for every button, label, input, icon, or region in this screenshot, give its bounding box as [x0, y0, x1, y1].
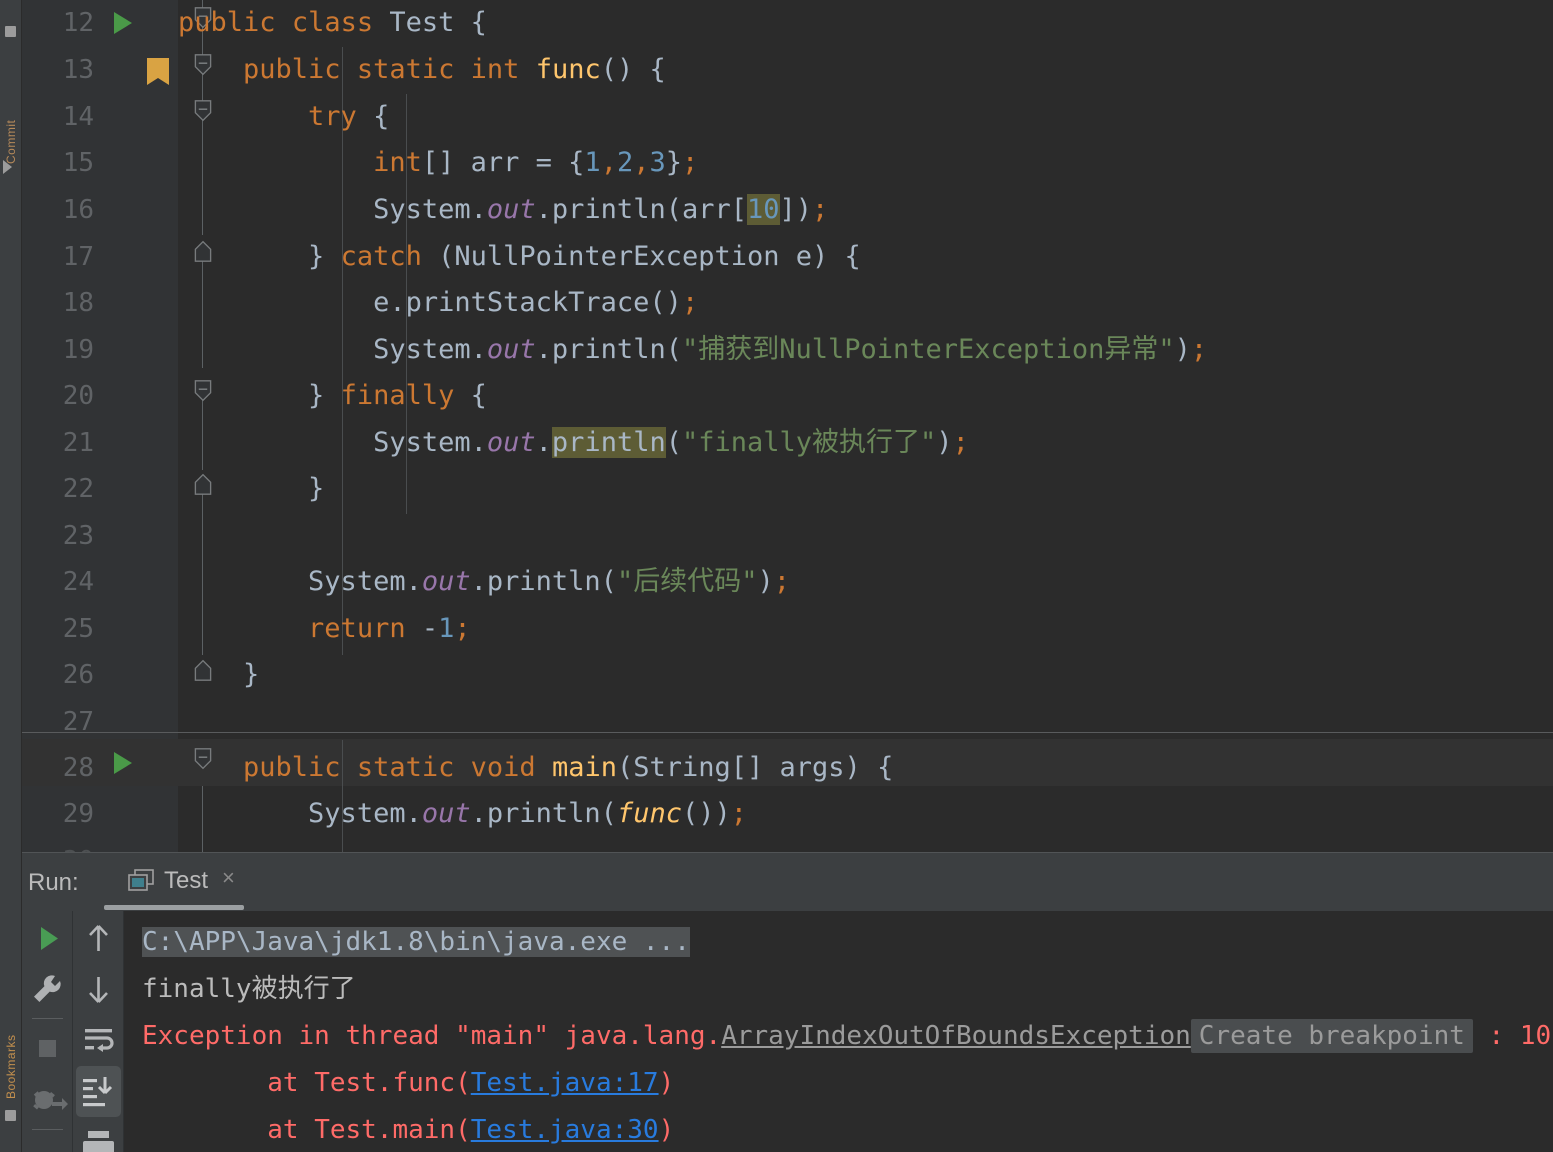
idea-window: Commit Bookmarks 12 13 14 15 16 17 18 19…	[0, 0, 1553, 1152]
run-configuration-icon	[128, 869, 154, 891]
stack-frame-close: )	[658, 1115, 675, 1145]
line-number: 29	[62, 799, 94, 829]
tool-strip-bookmarks-label[interactable]: Bookmarks	[4, 1025, 18, 1099]
code-line-19[interactable]: System.out.println("捕获到NullPointerExcept…	[178, 327, 1207, 374]
line-number: 14	[62, 102, 94, 132]
stack-frame-close: )	[658, 1068, 675, 1098]
code-line-22[interactable]: }	[178, 466, 324, 513]
run-icon[interactable]	[114, 12, 132, 34]
strip-square-bottom[interactable]	[5, 1110, 16, 1121]
code-line-15[interactable]: int[] arr = {1,2,3};	[178, 140, 698, 187]
code-line-13[interactable]: public static int func() {	[178, 47, 666, 94]
code-line-14[interactable]: try {	[178, 94, 389, 141]
code-line-28[interactable]: public static void main(String[] args) {	[178, 745, 893, 792]
line-number: 25	[62, 614, 94, 644]
line-number: 12	[62, 8, 94, 38]
line-number: 15	[62, 148, 94, 178]
line-number: 16	[62, 195, 94, 225]
line-number: 28	[62, 753, 94, 783]
exception-type-link[interactable]: ArrayIndexOutOfBoundsException	[721, 1021, 1191, 1051]
run-window-title: Run:	[28, 869, 79, 896]
code-line-12[interactable]: public class Test {	[178, 0, 487, 47]
code-line-18[interactable]: e.printStackTrace();	[178, 280, 698, 327]
tab-label: Test	[164, 867, 209, 894]
left-tool-strip: Commit Bookmarks	[0, 0, 22, 1152]
tool-strip-commit-label[interactable]: Commit	[4, 90, 18, 164]
console-line-exception: Exception in thread "main" java.lang.Arr…	[142, 1013, 1553, 1060]
code-text-area[interactable]: public class Test { public static int fu…	[178, 0, 1553, 852]
line-number: 22	[62, 474, 94, 504]
code-line-27[interactable]	[178, 699, 194, 746]
line-number: 13	[62, 55, 94, 85]
code-line-17[interactable]: } catch (NullPointerException e) {	[178, 234, 861, 281]
run-tool-window: Run: Test × C:\APP\Java\jdk1.8\bin\java.…	[22, 852, 1553, 1152]
tab-active-indicator	[104, 905, 244, 910]
stop-all-button[interactable]	[22, 1074, 73, 1125]
console-line-stack-0: at Test.func(Test.java:17)	[142, 1060, 1553, 1107]
stack-frame-link[interactable]: Test.java:17	[471, 1068, 659, 1098]
print-button[interactable]	[73, 1121, 124, 1152]
code-line-16[interactable]: System.out.println(arr[10]);	[178, 187, 828, 234]
tab-test[interactable]: Test ×	[104, 853, 244, 911]
console-line-stack-1: at Test.main(Test.java:30)	[142, 1107, 1553, 1152]
next-occurrence-button[interactable]	[73, 964, 124, 1015]
code-line-23[interactable]	[178, 513, 194, 560]
line-number: 30	[22, 838, 94, 852]
strip-arrow-icon[interactable]	[3, 160, 12, 174]
line-number: 21	[62, 428, 94, 458]
console-line-stdout: finally被执行了	[142, 974, 356, 1004]
line-number: 18	[62, 288, 94, 318]
console-command-text: C:\APP\Java\jdk1.8\bin\java.exe ...	[142, 927, 690, 957]
code-line-21[interactable]: System.out.println("finally被执行了");	[178, 420, 969, 467]
create-breakpoint-hint[interactable]: Create breakpoint	[1190, 1019, 1473, 1053]
previous-occurrence-button[interactable]	[73, 913, 124, 964]
soft-wrap-button[interactable]	[73, 1015, 124, 1066]
line-number: 26	[62, 660, 94, 690]
line-number: 17	[62, 242, 94, 272]
exception-prefix: Exception in thread "main" java.lang.	[142, 1021, 722, 1051]
code-line-24[interactable]: System.out.println("后续代码");	[178, 559, 790, 606]
run-icon[interactable]	[114, 752, 132, 774]
code-line-25[interactable]: return -1;	[178, 606, 471, 653]
stack-frame-text: at Test.main(	[142, 1115, 471, 1145]
code-line-26[interactable]: }	[178, 652, 259, 699]
line-number: 19	[62, 335, 94, 365]
scroll-to-end-button[interactable]	[76, 1066, 121, 1117]
run-tool-window-header: Run: Test ×	[22, 853, 1553, 911]
code-editor[interactable]: 12 13 14 15 16 17 18 19 20 21 22 23 24 2…	[22, 0, 1553, 852]
code-line-29[interactable]: System.out.println(func());	[178, 791, 747, 838]
run-toolbar-secondary	[73, 911, 124, 1152]
stop-button[interactable]	[22, 1023, 73, 1074]
line-number: 24	[62, 567, 94, 597]
strip-square-top[interactable]	[5, 26, 16, 37]
line-number: 27	[62, 707, 94, 737]
edit-configuration-button[interactable]	[22, 964, 73, 1015]
stack-frame-text: at Test.func(	[142, 1068, 471, 1098]
run-toolbar-primary	[22, 911, 73, 1152]
code-line-20[interactable]: } finally {	[178, 373, 487, 420]
line-number: 23	[62, 521, 94, 551]
stack-frame-link[interactable]: Test.java:30	[471, 1115, 659, 1145]
toolbar-divider	[32, 1018, 63, 1019]
toolbar-divider	[32, 1129, 63, 1130]
rerun-button[interactable]	[22, 913, 73, 964]
console-line-command: C:\APP\Java\jdk1.8\bin\java.exe ...	[142, 919, 1553, 966]
exception-separator: :	[1472, 1021, 1520, 1051]
close-icon[interactable]: ×	[222, 867, 240, 889]
line-number: 20	[62, 381, 94, 411]
console-output[interactable]: C:\APP\Java\jdk1.8\bin\java.exe ... fina…	[124, 911, 1553, 1152]
exception-message: 10	[1519, 1021, 1552, 1051]
